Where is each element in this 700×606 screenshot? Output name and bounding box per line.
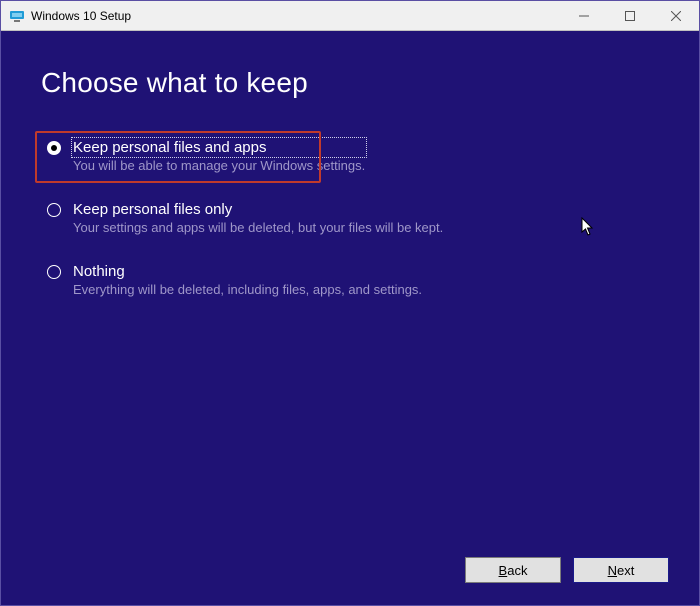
content-area: Choose what to keep Keep personal files …: [1, 31, 699, 335]
close-button[interactable]: [653, 1, 699, 31]
options-list: Keep personal files and apps You will be…: [41, 129, 659, 315]
page-heading: Choose what to keep: [41, 67, 659, 99]
option-texts: Keep personal files only Your settings a…: [73, 201, 443, 235]
option-title: Nothing: [73, 263, 422, 280]
option-title: Keep personal files and apps: [73, 139, 365, 156]
radio-icon: [47, 265, 61, 279]
next-label-rest: ext: [617, 563, 634, 578]
next-button[interactable]: Next: [573, 557, 669, 583]
option-subtitle: You will be able to manage your Windows …: [73, 158, 365, 173]
back-button[interactable]: Back: [465, 557, 561, 583]
radio-icon: [47, 141, 61, 155]
footer-buttons: Back Next: [465, 557, 669, 583]
option-title: Keep personal files only: [73, 201, 443, 218]
window-title: Windows 10 Setup: [31, 9, 131, 23]
radio-icon: [47, 203, 61, 217]
titlebar-left: Windows 10 Setup: [1, 8, 131, 24]
titlebar: Windows 10 Setup: [1, 1, 699, 31]
radio-option-keep-files-apps[interactable]: Keep personal files and apps You will be…: [41, 129, 659, 185]
maximize-button[interactable]: [607, 1, 653, 31]
option-subtitle: Everything will be deleted, including fi…: [73, 282, 422, 297]
back-label-initial: B: [499, 563, 508, 578]
option-texts: Nothing Everything will be deleted, incl…: [73, 263, 422, 297]
next-label-initial: N: [608, 563, 617, 578]
minimize-button[interactable]: [561, 1, 607, 31]
radio-option-keep-files-only[interactable]: Keep personal files only Your settings a…: [41, 191, 659, 247]
radio-option-nothing[interactable]: Nothing Everything will be deleted, incl…: [41, 253, 659, 309]
setup-window: Windows 10 Setup Choose what to keep Kee…: [0, 0, 700, 606]
window-controls: [561, 1, 699, 30]
option-subtitle: Your settings and apps will be deleted, …: [73, 220, 443, 235]
option-texts: Keep personal files and apps You will be…: [73, 139, 365, 173]
back-label-rest: ack: [507, 563, 527, 578]
setup-icon: [9, 8, 25, 24]
